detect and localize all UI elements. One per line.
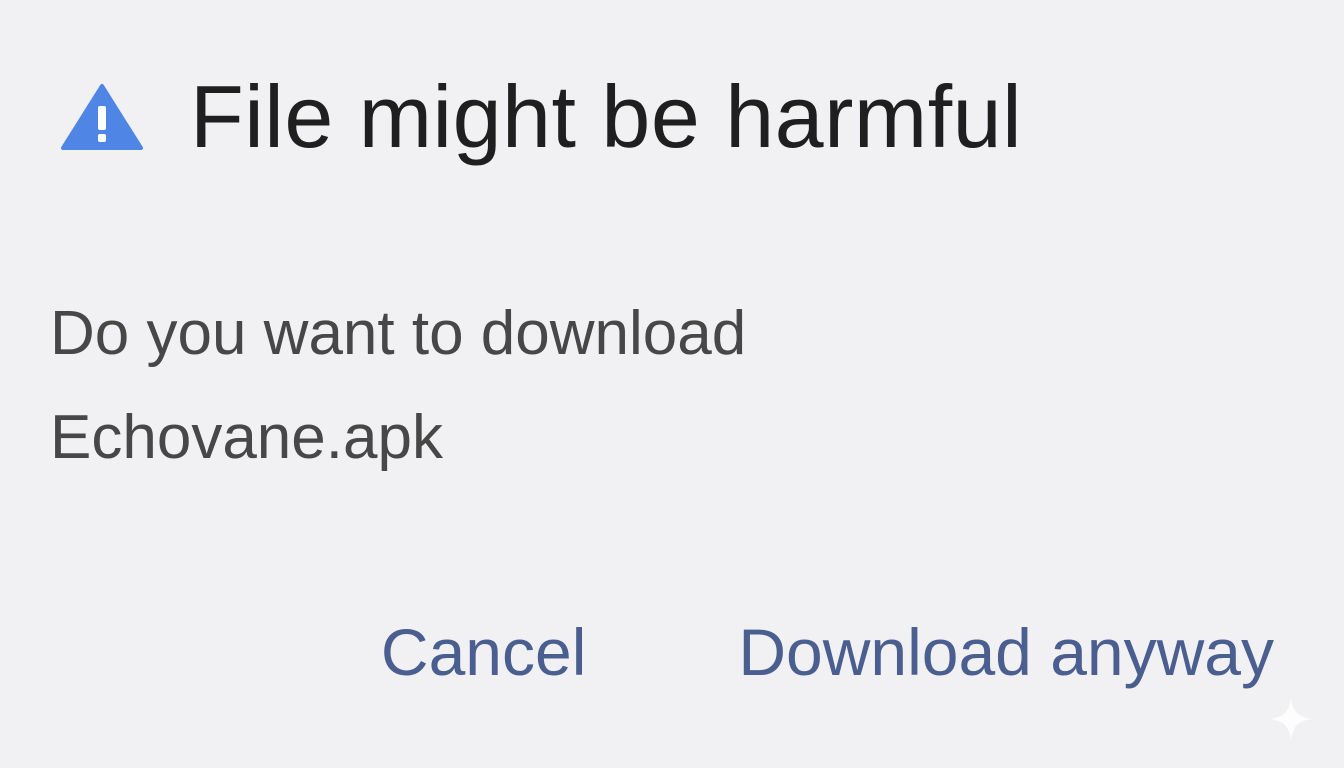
warning-triangle-icon <box>61 84 143 150</box>
message-line-filename: Echovane.apk <box>50 403 443 472</box>
message-line-prompt: Do you want to download <box>50 299 747 368</box>
sparkle-icon <box>1270 698 1312 740</box>
dialog-header: File might be harmful <box>60 62 1022 172</box>
download-warning-dialog: File might be harmful Do you want to dow… <box>0 0 1344 768</box>
dialog-title: File might be harmful <box>190 67 1023 166</box>
cancel-button[interactable]: Cancel <box>381 604 586 700</box>
dialog-actions: Cancel Download anyway <box>381 604 1274 700</box>
download-anyway-button[interactable]: Download anyway <box>738 604 1274 700</box>
dialog-message: Do you want to download Echovane.apk <box>50 282 950 490</box>
